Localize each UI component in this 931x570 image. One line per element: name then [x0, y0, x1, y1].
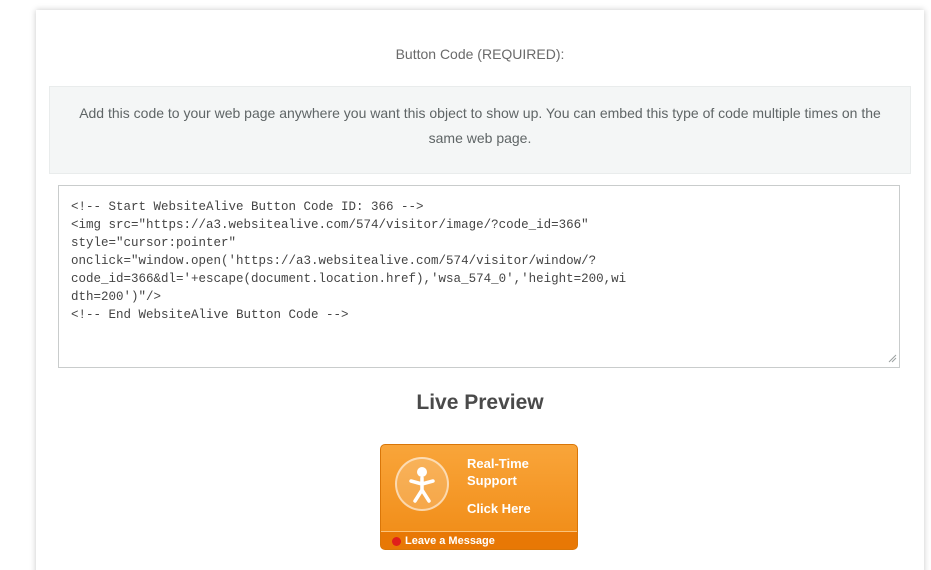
- support-text: Real-Time Support Click Here: [467, 455, 577, 517]
- realtime-support-button[interactable]: Real-Time Support Click Here Leave a Mes…: [380, 444, 578, 550]
- page: Button Code (REQUIRED): Add this code to…: [0, 0, 931, 570]
- support-line-2: Support: [467, 473, 517, 488]
- person-icon: [395, 457, 449, 511]
- section-heading: Button Code (REQUIRED):: [395, 46, 565, 62]
- leave-message-label: Leave a Message: [405, 535, 495, 547]
- status-dot-icon: [392, 537, 401, 546]
- leave-message-bar[interactable]: Leave a Message: [381, 531, 577, 549]
- button-code-panel: Button Code (REQUIRED): Add this code to…: [36, 10, 924, 570]
- button-code-textarea[interactable]: [58, 185, 900, 368]
- resize-grip-icon[interactable]: [887, 353, 897, 363]
- live-preview-title: Live Preview: [416, 391, 544, 414]
- support-line-1: Real-Time: [467, 456, 529, 471]
- instructions-box: Add this code to your web page anywhere …: [49, 86, 911, 174]
- click-here-label: Click Here: [467, 501, 531, 516]
